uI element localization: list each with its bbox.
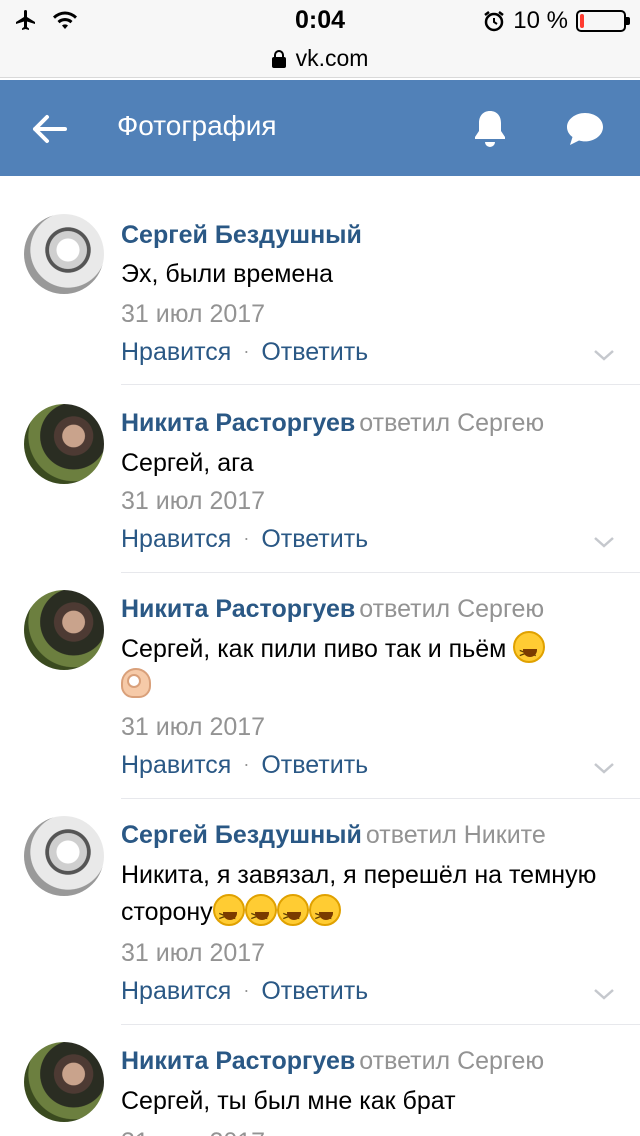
comment-date: 31 июл 2017 — [121, 487, 266, 515]
comment-item: Никита Расторгуев ответил Сергею Сергей, … — [0, 386, 640, 574]
author-name[interactable]: Никита Расторгуев — [121, 409, 355, 437]
author-name[interactable]: Сергей Бездушный — [121, 221, 362, 249]
laughing-emoji-icon — [513, 631, 546, 672]
like-link[interactable]: Нравится — [121, 525, 231, 553]
chevron-down-icon[interactable] — [593, 535, 615, 549]
app-header: Фотография — [0, 80, 640, 176]
comment-author-line: Никита Расторгуев ответил Сергею — [121, 409, 544, 438]
comment-text: Сергей, ты был мне как брат — [121, 1083, 611, 1120]
battery-icon — [576, 10, 630, 32]
author-name[interactable]: Сергей Бездушный — [121, 821, 362, 849]
comment-date: 31 июл 2017 — [121, 939, 266, 967]
status-bar: 0:04 10 % — [0, 0, 640, 40]
comment-author-line: Никита Расторгуев ответил Сергею — [121, 1047, 544, 1076]
comment-actions: Нравится · Ответить — [121, 338, 368, 367]
avatar[interactable] — [24, 1042, 104, 1122]
comment-text: Никита, я завязал, я перешёл на темную с… — [121, 857, 611, 935]
chevron-down-icon[interactable] — [593, 761, 615, 775]
alarm-clock-icon — [484, 11, 505, 32]
comment-text-content: Сергей, ты был мне как брат — [121, 1087, 456, 1115]
comment-author-line: Сергей Бездушный — [121, 221, 362, 250]
reply-link[interactable]: Ответить — [261, 338, 368, 366]
comment-text: Эх, были времена — [121, 256, 611, 293]
divider — [121, 384, 640, 385]
avatar[interactable] — [24, 816, 104, 896]
reply-to-text: ответил Никите — [365, 821, 546, 849]
laughing-emoji-icon — [276, 894, 309, 935]
comment-text-content: Никита, я завязал, я перешёл на темную с… — [121, 861, 597, 926]
divider — [121, 798, 640, 799]
avatar[interactable] — [24, 214, 104, 294]
comment-text-content: Сергей, как пили пиво так и пьём — [121, 635, 507, 663]
reply-to-text: ответил Сергею — [359, 409, 545, 437]
comment-actions: Нравится · Ответить — [121, 525, 368, 554]
bell-icon — [475, 111, 505, 147]
laughing-emoji-icon — [212, 894, 245, 935]
url-text: vk.com — [295, 45, 369, 71]
comment-actions: Нравится · Ответить — [121, 977, 368, 1006]
reply-to-text: ответил Сергею — [359, 1047, 545, 1075]
ok-hand-emoji-icon — [121, 668, 151, 698]
messages-button[interactable] — [562, 108, 608, 150]
laughing-emoji-icon — [308, 894, 341, 935]
separator-dot: · — [243, 341, 250, 361]
comment-date: 31 июл 2017 — [121, 1128, 265, 1136]
separator-dot: · — [243, 980, 250, 1000]
lock-icon — [271, 49, 286, 68]
back-button[interactable] — [26, 106, 72, 152]
avatar[interactable] — [24, 404, 104, 484]
comment-text-content: Эх, были времена — [121, 260, 334, 288]
comment-item: Сергей Бездушный ответил Никите Никита, я… — [0, 800, 640, 1026]
comment-actions: Нравится · Ответить — [121, 751, 368, 780]
battery-percent: 10 % — [513, 7, 568, 34]
author-name[interactable]: Никита Расторгуев — [121, 1047, 355, 1075]
like-link[interactable]: Нравится — [121, 751, 231, 779]
laughing-emoji-icon — [244, 894, 277, 935]
comment-item: Никита Расторгуев ответил Сергею Сергей, … — [0, 1026, 640, 1136]
divider — [121, 572, 640, 573]
arrow-left-icon — [33, 115, 67, 143]
chevron-down-icon[interactable] — [593, 987, 615, 1001]
comment-author-line: Сергей Бездушный ответил Никите — [121, 821, 546, 850]
notifications-button[interactable] — [468, 106, 512, 152]
reply-to-text: ответил Сергею — [359, 595, 545, 623]
like-link[interactable]: Нравится — [121, 338, 231, 366]
comment-date: 31 июл 2017 — [121, 300, 266, 328]
author-name[interactable]: Никита Расторгуев — [121, 595, 355, 623]
chat-bubble-icon — [567, 113, 603, 145]
url-bar[interactable]: vk.com — [0, 40, 640, 78]
comment-text: Сергей, как пили пиво так и пьём — [121, 631, 611, 709]
page-title: Фотография — [117, 110, 277, 141]
comment-author-line: Никита Расторгуев ответил Сергею — [121, 595, 544, 624]
separator-dot: · — [243, 754, 250, 774]
like-link[interactable]: Нравится — [121, 977, 231, 1005]
chevron-down-icon[interactable] — [593, 348, 615, 362]
avatar[interactable] — [24, 590, 104, 670]
divider — [121, 1024, 640, 1025]
reply-link[interactable]: Ответить — [261, 977, 368, 1005]
comment-date: 31 июл 2017 — [121, 713, 266, 741]
comment-text-content: Сергей, ага — [121, 449, 254, 477]
reply-link[interactable]: Ответить — [261, 525, 368, 553]
comment-item: Никита Расторгуев ответил Сергею Сергей, … — [0, 574, 640, 800]
comment-item: Сергей Бездушный Эх, были времена 31 июл… — [0, 176, 640, 386]
battery-level — [580, 14, 584, 28]
comments-list: Сергей Бездушный Эх, были времена 31 июл… — [0, 176, 640, 1136]
separator-dot: · — [243, 528, 250, 548]
status-right: 10 % — [483, 7, 630, 35]
comment-text: Сергей, ага — [121, 445, 611, 482]
reply-link[interactable]: Ответить — [261, 751, 368, 779]
